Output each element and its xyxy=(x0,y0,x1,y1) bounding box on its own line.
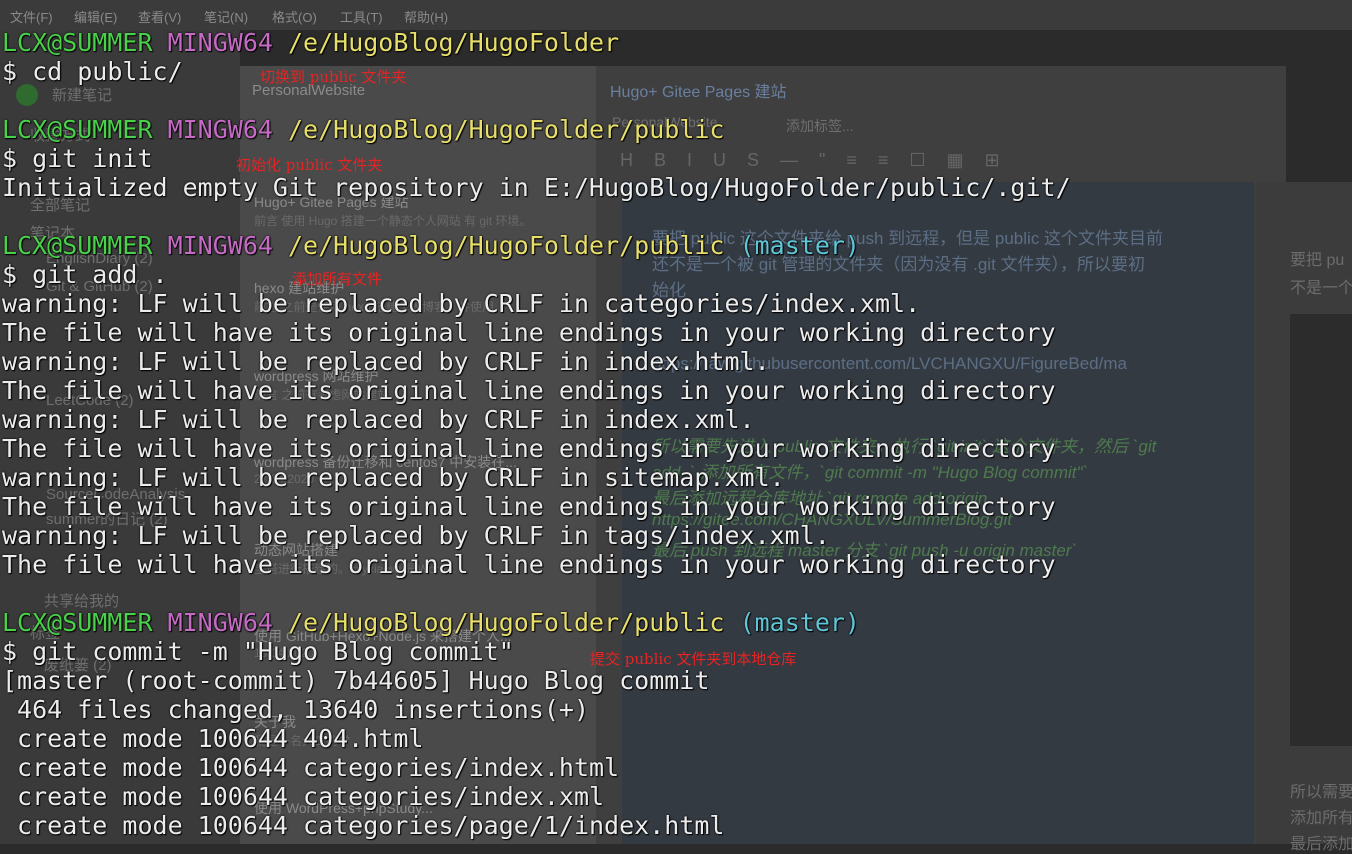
prompt-line: LCX@SUMMER MINGW64 /e/HugoBlog/HugoFolde… xyxy=(2,115,725,144)
menu-format[interactable]: 格式(O) xyxy=(272,7,317,26)
output-line: 464 files changed, 13640 insertions(+) xyxy=(2,695,589,724)
git-bash-terminal[interactable]: LCX@SUMMER MINGW64 /e/HugoBlog/HugoFolde… xyxy=(0,28,1352,844)
menu-help[interactable]: 帮助(H) xyxy=(404,7,448,26)
output-line: [master (root-commit) 7b44605] Hugo Blog… xyxy=(2,666,710,695)
prompt-shell: MINGW64 xyxy=(167,231,273,260)
output-line: The file will have its original line end… xyxy=(2,318,1056,347)
menu-edit[interactable]: 编辑(E) xyxy=(74,7,117,26)
prompt-line: LCX@SUMMER MINGW64 /e/HugoBlog/HugoFolde… xyxy=(2,231,860,260)
command-line: $ cd public/ xyxy=(2,57,183,86)
prompt-user: LCX@SUMMER xyxy=(2,608,153,637)
prompt-shell: MINGW64 xyxy=(167,115,273,144)
annotation-add: 添加所有文件 xyxy=(292,270,383,288)
prompt-path: /e/HugoBlog/HugoFolder/public xyxy=(288,231,725,260)
output-line: create mode 100644 categories/index.html xyxy=(2,753,620,782)
menu-bar: 文件(F) 编辑(E) 查看(V) 笔记(N) 格式(O) 工具(T) 帮助(H… xyxy=(0,0,1352,30)
output-line: create mode 100644 404.html xyxy=(2,724,424,753)
output-line: The file will have its original line end… xyxy=(2,434,1056,463)
prompt-shell: MINGW64 xyxy=(167,608,273,637)
output-line: The file will have its original line end… xyxy=(2,376,1056,405)
annotation-init: 初始化 public 文件夹 xyxy=(236,156,383,174)
output-line: warning: LF will be replaced by CRLF in … xyxy=(2,521,830,550)
command-line: $ git init xyxy=(2,144,153,173)
menu-note[interactable]: 笔记(N) xyxy=(204,7,248,26)
output-line: warning: LF will be replaced by CRLF in … xyxy=(2,347,770,376)
menu-view[interactable]: 查看(V) xyxy=(138,7,181,26)
annotation-cd: 切换到 public 文件夹 xyxy=(260,68,407,86)
output-line: warning: LF will be replaced by CRLF in … xyxy=(2,405,755,434)
output-line: create mode 100644 categories/index.xml xyxy=(2,782,605,811)
output-line: Initialized empty Git repository in E:/H… xyxy=(2,173,1071,202)
prompt-line: LCX@SUMMER MINGW64 /e/HugoBlog/HugoFolde… xyxy=(2,28,619,57)
command-line: $ git add . xyxy=(2,260,168,289)
output-line: The file will have its original line end… xyxy=(2,492,1056,521)
output-line: create mode 100644 categories/page/1/ind… xyxy=(2,811,725,840)
prompt-user: LCX@SUMMER xyxy=(2,115,153,144)
command-line: $ git commit -m "Hugo Blog commit" xyxy=(2,637,514,666)
prompt-branch: (master) xyxy=(739,231,860,260)
prompt-user: LCX@SUMMER xyxy=(2,231,153,260)
prompt-path: /e/HugoBlog/HugoFolder/public xyxy=(288,115,725,144)
prompt-shell: MINGW64 xyxy=(167,28,273,57)
prompt-user: LCX@SUMMER xyxy=(2,28,153,57)
prompt-path: /e/HugoBlog/HugoFolder xyxy=(288,28,620,57)
menu-tools[interactable]: 工具(T) xyxy=(340,7,383,26)
menu-file[interactable]: 文件(F) xyxy=(10,7,53,26)
annotation-commit: 提交 public 文件夹到本地仓库 xyxy=(590,650,797,668)
prompt-line: LCX@SUMMER MINGW64 /e/HugoBlog/HugoFolde… xyxy=(2,608,860,637)
output-line: warning: LF will be replaced by CRLF in … xyxy=(2,289,921,318)
output-line: The file will have its original line end… xyxy=(2,550,1056,579)
prompt-branch: (master) xyxy=(739,608,860,637)
prompt-path: /e/HugoBlog/HugoFolder/public xyxy=(288,608,725,637)
output-line: warning: LF will be replaced by CRLF in … xyxy=(2,463,785,492)
